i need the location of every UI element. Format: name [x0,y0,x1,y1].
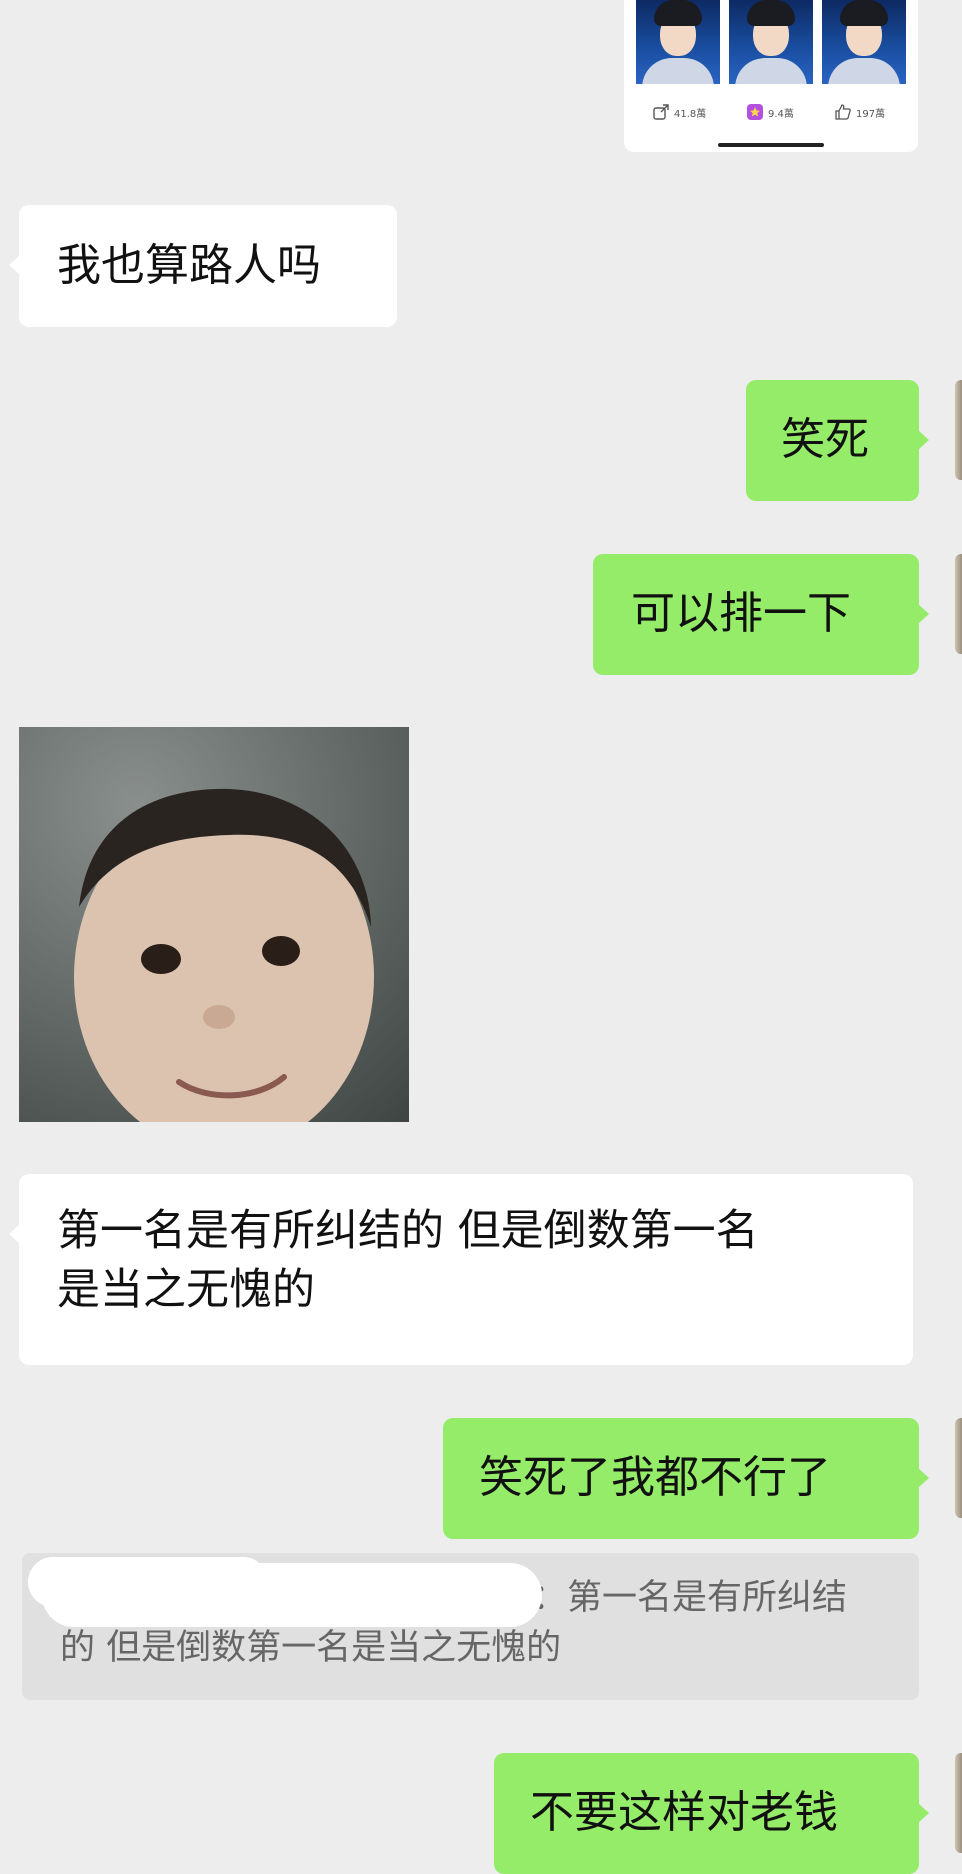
message-text: 笑死了我都不行了 [479,1452,831,1503]
like-count: 197萬 [856,108,886,120]
redaction-mark [42,1563,542,1627]
thumbnail-image [822,0,906,84]
bubble-tail [918,430,929,450]
star-stat: 9.4萬 [746,100,794,124]
quote-text-line: 的 但是倒数第一名是当之无愧的 [60,1628,562,1668]
avatar[interactable] [955,380,962,480]
like-stat: 197萬 [834,100,885,124]
message-text: 不要这样对老钱 [530,1787,838,1838]
message-text-line: 第一名是有所纠结的 但是倒数第一名 [57,1206,759,1256]
avatar[interactable] [955,1753,962,1853]
card-stats: 41.8萬 9.4萬 197萬 [624,100,918,124]
message-text-line: 是当之无愧的 [57,1265,315,1315]
quoted-message[interactable]: ：第一名是有所纠结 的 但是倒数第一名是当之无愧的 [22,1553,919,1700]
incoming-message-bubble[interactable]: 我也算路人吗 [9,205,397,327]
avatar[interactable] [955,554,962,654]
share-count: 41.8萬 [674,108,707,120]
message-text: 我也算路人吗 [57,240,321,291]
thumbnail-image [729,0,813,84]
bubble-tail [9,255,20,275]
share-stat: 41.8萬 [652,100,706,124]
share-icon [653,104,669,120]
bubble-tail [918,1468,929,1488]
home-indicator [718,143,824,147]
star-badge-icon [747,104,763,120]
outgoing-message-bubble[interactable]: 笑死 [746,380,929,501]
smiling-baby-face-sticker[interactable] [19,727,409,1122]
bubble-tail [918,604,929,624]
baby-face-illustration [74,788,374,1122]
bubble-tail [918,1803,929,1823]
avatar[interactable] [955,1418,962,1518]
star-count: 9.4萬 [768,108,794,120]
shared-video-card[interactable]: 41.8萬 9.4萬 197萬 [624,0,918,152]
message-text: 笑死 [781,414,869,465]
outgoing-message-bubble[interactable]: 不要这样对老钱 [494,1753,929,1874]
thumbs-up-icon [835,104,851,120]
message-text: 可以排一下 [631,588,851,639]
outgoing-message-bubble[interactable]: 可以排一下 [593,554,929,675]
outgoing-message-bubble[interactable]: 笑死了我都不行了 [443,1418,929,1539]
thumbnail-image [636,0,720,84]
incoming-message-bubble[interactable]: 第一名是有所纠结的 但是倒数第一名 是当之无愧的 [9,1174,913,1365]
bubble-tail [9,1224,20,1244]
